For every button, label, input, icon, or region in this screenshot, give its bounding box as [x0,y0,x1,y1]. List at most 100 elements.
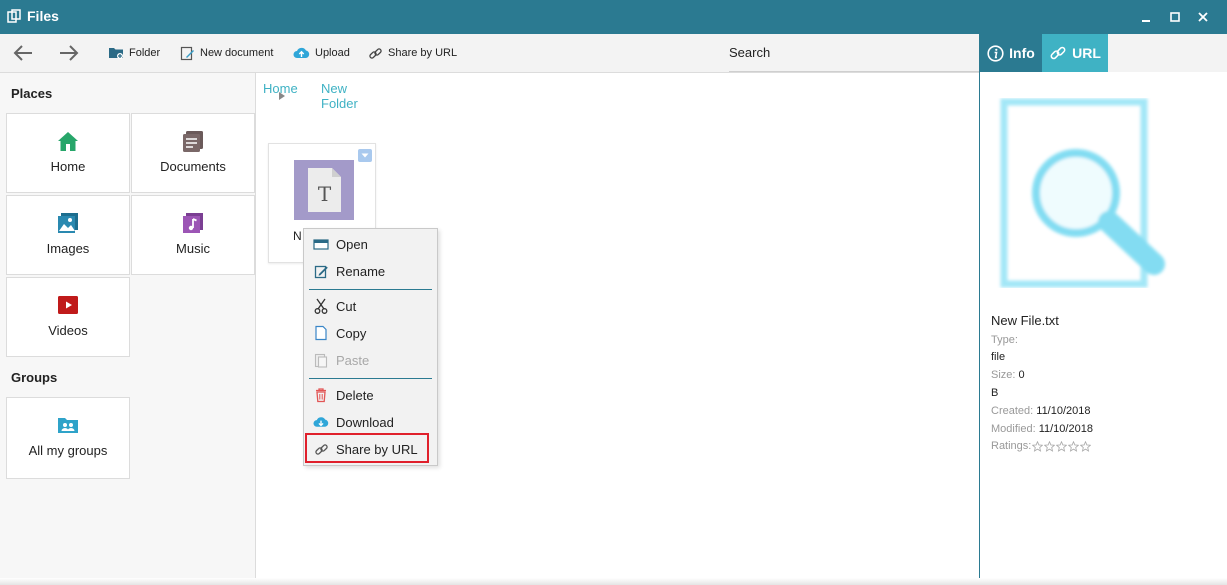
files-app-icon [7,9,21,23]
maximize-icon [1170,12,1180,22]
document-pen-icon [180,46,194,60]
toolbar: Folder New document Upload Share by URL … [0,34,979,73]
star-icon[interactable] [1032,440,1044,452]
place-videos[interactable]: Videos [6,277,130,357]
forward-arrow-icon[interactable] [58,43,80,63]
bottom-edge [0,578,1227,585]
file-name: N [293,229,302,243]
place-images-label: Images [46,241,90,256]
details-modified-label: Modified: [991,423,1036,435]
menu-rename[interactable]: Rename [304,259,437,283]
breadcrumb-chevron-icon [279,92,285,100]
details-type-label: Type: [991,334,1018,346]
details-created-label: Created: [991,405,1034,417]
star-icon[interactable] [1068,440,1080,452]
group-all-my-groups[interactable]: All my groups [6,397,130,479]
back-arrow-icon[interactable] [12,43,34,63]
menu-share-by-url-label: Share by URL [336,441,418,457]
file-options-button[interactable] [358,149,372,162]
close-button[interactable] [1194,8,1212,26]
sidebar: Places Home Documents Images Music Video… [0,73,256,585]
music-icon [183,213,203,233]
new-document-button[interactable]: New document [180,34,273,72]
breadcrumb-current-line2: Folder [321,96,358,111]
upload-label: Upload [315,47,350,59]
groups-icon [58,418,78,433]
folder-open-icon [313,239,329,250]
details-size-label: Size: [991,369,1016,381]
place-music-label: Music [176,241,210,256]
tab-url[interactable]: URL [1042,34,1108,72]
documents-icon [183,131,203,152]
breadcrumb-current-line1: New [321,81,348,96]
videos-icon [58,296,78,314]
menu-copy-label: Copy [336,325,367,341]
breadcrumb-current[interactable]: New Folder [321,81,358,111]
upload-button[interactable]: Upload [293,34,350,72]
menu-download-label: Download [336,414,394,430]
details-panel: Info URL New File.txt Type: file Size: 0… [979,34,1227,585]
tab-info-label: Info [1009,45,1035,61]
place-images[interactable]: Images [6,195,130,275]
menu-download[interactable]: Download [304,410,437,434]
menu-separator [309,378,432,379]
maximize-button[interactable] [1166,8,1184,26]
new-folder-button[interactable]: Folder [108,34,160,72]
chevron-down-icon [361,153,369,158]
menu-delete-label: Delete [336,387,374,403]
place-music[interactable]: Music [131,195,255,275]
menu-open[interactable]: Open [304,232,437,256]
text-file-icon: T [308,168,341,212]
star-icon[interactable] [1056,440,1068,452]
minimize-icon [1142,20,1150,22]
paste-icon [314,353,328,368]
star-icon[interactable] [1080,440,1092,452]
details-tabs: Info URL [980,34,1227,72]
details-modified-value: 11/10/2018 [1038,423,1093,435]
details-size-value: 0 [1018,369,1025,381]
info-icon [987,44,1004,62]
place-home-label: Home [50,159,86,174]
share-by-url-button[interactable]: Share by URL [368,34,457,72]
details-type-value: file [991,351,1006,363]
close-icon [1198,12,1208,22]
details-file-name: New File.txt [991,313,1059,328]
context-menu: Open Rename Cut Copy Paste Delete Downlo… [303,228,438,466]
rating-stars[interactable] [1032,440,1092,452]
file-thumbnail: T [294,160,354,220]
new-folder-label: Folder [129,47,161,59]
menu-copy[interactable]: Copy [304,321,437,345]
search-label: Search [729,45,771,60]
link-icon [369,47,382,59]
tab-url-label: URL [1072,45,1101,61]
cloud-download-icon [313,417,329,427]
star-icon[interactable] [1044,440,1056,452]
details-created-value: 11/10/2018 [1036,405,1091,417]
share-by-url-label: Share by URL [388,47,458,59]
menu-cut[interactable]: Cut [304,294,437,318]
menu-paste[interactable]: Paste [304,348,437,372]
minimize-button[interactable] [1137,8,1155,26]
link-icon [1050,46,1066,60]
group-all-my-groups-label: All my groups [28,443,108,458]
place-home[interactable]: Home [6,113,130,193]
search-input[interactable]: Search [729,34,979,72]
menu-cut-label: Cut [336,298,357,314]
title-bar: Files [0,0,1227,34]
scissors-icon [314,298,328,314]
link-icon [314,443,328,455]
trash-icon [316,388,326,403]
menu-share-by-url[interactable]: Share by URL [304,437,437,461]
edit-icon [314,265,328,278]
place-documents[interactable]: Documents [131,113,255,193]
window-title: Files [27,8,59,24]
file-thumb-letter: T [318,182,332,206]
menu-separator [309,289,432,290]
menu-delete[interactable]: Delete [304,383,437,407]
details-size-unit: B [991,387,999,399]
details-ratings-label: Ratings: [991,440,1032,452]
new-document-label: New document [200,47,274,59]
tab-info[interactable]: Info [980,34,1042,72]
images-icon [58,213,78,233]
file-preview-search-icon [1000,98,1165,288]
